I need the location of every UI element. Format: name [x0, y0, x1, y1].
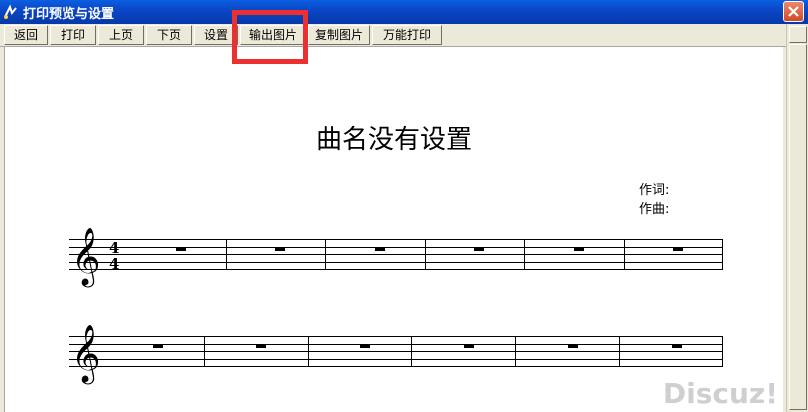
vertical-scrollbar[interactable] — [786, 24, 808, 412]
treble-clef-icon: 𝄞 — [71, 227, 101, 288]
copy-image-button[interactable]: 复制图片 — [308, 25, 370, 45]
prev-page-button[interactable]: 上页 — [98, 25, 144, 45]
print-button[interactable]: 打印 — [50, 25, 96, 45]
staff-1: 𝄞 4 4 — [69, 227, 723, 288]
watermark: Discuz! — [662, 377, 778, 410]
print-preview-page: 曲名没有设置 作词: 作曲: 𝄞 4 4 𝄞 — [4, 47, 783, 412]
treble-clef-icon: 𝄞 — [71, 324, 101, 385]
close-icon — [788, 6, 799, 17]
back-button[interactable]: 返回 — [4, 25, 48, 45]
window-title: 打印预览与设置 — [23, 7, 115, 22]
close-button[interactable] — [783, 1, 804, 22]
scroll-up-button[interactable] — [789, 26, 807, 43]
toolbar: 返回 打印 上页 下页 设置 输出图片 复制图片 万能打印 — [0, 24, 808, 47]
title-bar: 打印预览与设置 — [0, 0, 808, 24]
music-note-icon — [4, 4, 17, 19]
staff-2: 𝄞 — [69, 324, 723, 385]
time-signature-bottom: 4 — [109, 255, 119, 273]
universal-print-button[interactable]: 万能打印 — [372, 25, 442, 45]
music-score: 𝄞 4 4 𝄞 — [69, 227, 723, 385]
next-page-button[interactable]: 下页 — [146, 25, 192, 45]
highlight-box — [232, 10, 308, 64]
scroll-thumb[interactable] — [789, 44, 807, 410]
